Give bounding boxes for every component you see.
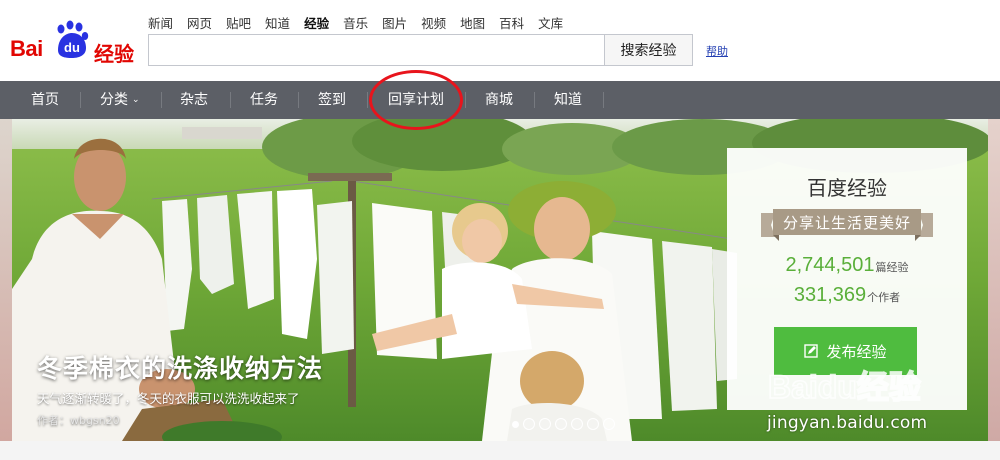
articles-unit: 篇经验 xyxy=(875,261,909,274)
articles-stat: 2,744,501篇经验 xyxy=(727,254,967,277)
top-nav-images[interactable]: 图片 xyxy=(382,13,407,32)
nav-divider xyxy=(230,92,231,108)
logo-jingyan-text: 经验 xyxy=(94,42,134,66)
publish-experience-button[interactable]: 发布经验 xyxy=(774,327,917,375)
nav-divider xyxy=(465,92,466,108)
top-nav-tieba[interactable]: 贴吧 xyxy=(226,13,251,32)
top-nav-music[interactable]: 音乐 xyxy=(343,13,368,32)
nav-magazine[interactable]: 杂志 xyxy=(180,81,208,119)
carousel-dot[interactable] xyxy=(603,418,615,430)
carousel-dot[interactable] xyxy=(571,418,583,430)
top-nav: 新闻 网页 贴吧 知道 经验 音乐 图片 视频 地图 百科 文库 xyxy=(148,13,577,32)
nav-divider xyxy=(161,92,162,108)
card-title: 百度经验 xyxy=(807,176,887,200)
nav-mall[interactable]: 商城 xyxy=(485,81,513,119)
carousel-dot[interactable] xyxy=(555,418,567,430)
page-bottom-strip xyxy=(0,441,1000,460)
logo-bai-text: Bai xyxy=(10,36,43,61)
carousel-dot[interactable] xyxy=(539,418,551,430)
logo-du-text: du xyxy=(64,40,80,55)
top-nav-video[interactable]: 视频 xyxy=(421,13,446,32)
top-nav-wenku[interactable]: 文库 xyxy=(538,13,563,32)
top-nav-news[interactable]: 新闻 xyxy=(148,13,173,32)
publish-button-label: 发布经验 xyxy=(826,342,887,361)
watermark-url: jingyan.baidu.com xyxy=(767,413,928,433)
top-nav-jingyan[interactable]: 经验 xyxy=(304,13,329,32)
carousel-dot[interactable] xyxy=(512,420,519,428)
search-button[interactable]: 搜索经验 xyxy=(604,34,693,66)
carousel-dot[interactable] xyxy=(523,418,535,430)
nav-tasks[interactable]: 任务 xyxy=(250,81,278,119)
nav-divider xyxy=(298,92,299,108)
search-input[interactable] xyxy=(148,34,604,66)
authors-stat: 331,369个作者 xyxy=(727,284,967,307)
nav-home[interactable]: 首页 xyxy=(31,81,59,119)
nav-divider xyxy=(603,92,604,108)
main-nav: 首页 分类 ⌄ 杂志 任务 签到 回享计划 商城 知道 xyxy=(0,81,1000,119)
nav-divider xyxy=(534,92,535,108)
chevron-down-icon: ⌄ xyxy=(132,95,140,105)
authors-unit: 个作者 xyxy=(867,291,901,304)
authors-count: 331,369 xyxy=(793,284,867,306)
nav-divider xyxy=(367,92,368,108)
nav-checkin[interactable]: 签到 xyxy=(318,81,346,119)
hero-subtitle: 天气逐渐转暖了，冬天的衣服可以洗洗收起来了 xyxy=(37,391,300,406)
top-nav-zhidao[interactable]: 知道 xyxy=(265,13,290,32)
baidu-jingyan-logo[interactable]: Bai du 经验 xyxy=(10,18,138,66)
hero-title[interactable]: 冬季棉衣的洗涤收纳方法 xyxy=(37,349,323,385)
nav-share-plan[interactable]: 回享计划 xyxy=(388,81,444,119)
nav-category-label: 分类 xyxy=(100,92,128,108)
paw-icon: du xyxy=(57,20,89,58)
help-link[interactable]: 帮助 xyxy=(706,43,728,59)
articles-count: 2,744,501 xyxy=(785,254,875,276)
nav-category[interactable]: 分类 ⌄ xyxy=(100,81,140,119)
jingyan-info-card: 百度经验 分享让生活更美好 2,744,501篇经验 331,369个作者 发布… xyxy=(727,148,967,410)
prev-slide-peek[interactable] xyxy=(0,119,12,441)
top-nav-web[interactable]: 网页 xyxy=(187,13,212,32)
nav-zhidao[interactable]: 知道 xyxy=(554,81,582,119)
top-nav-map[interactable]: 地图 xyxy=(460,13,485,32)
next-slide-peek[interactable] xyxy=(988,119,1000,441)
search-bar: 搜索经验 xyxy=(148,34,693,66)
hero-author: 作者：wbgsn20 xyxy=(37,414,120,427)
edit-icon xyxy=(804,344,819,358)
top-nav-baike[interactable]: 百科 xyxy=(499,13,524,32)
carousel-dot[interactable] xyxy=(587,418,599,430)
carousel-pagination xyxy=(512,418,615,430)
card-ribbon-text: 分享让生活更美好 xyxy=(782,214,911,232)
nav-divider xyxy=(80,92,81,108)
